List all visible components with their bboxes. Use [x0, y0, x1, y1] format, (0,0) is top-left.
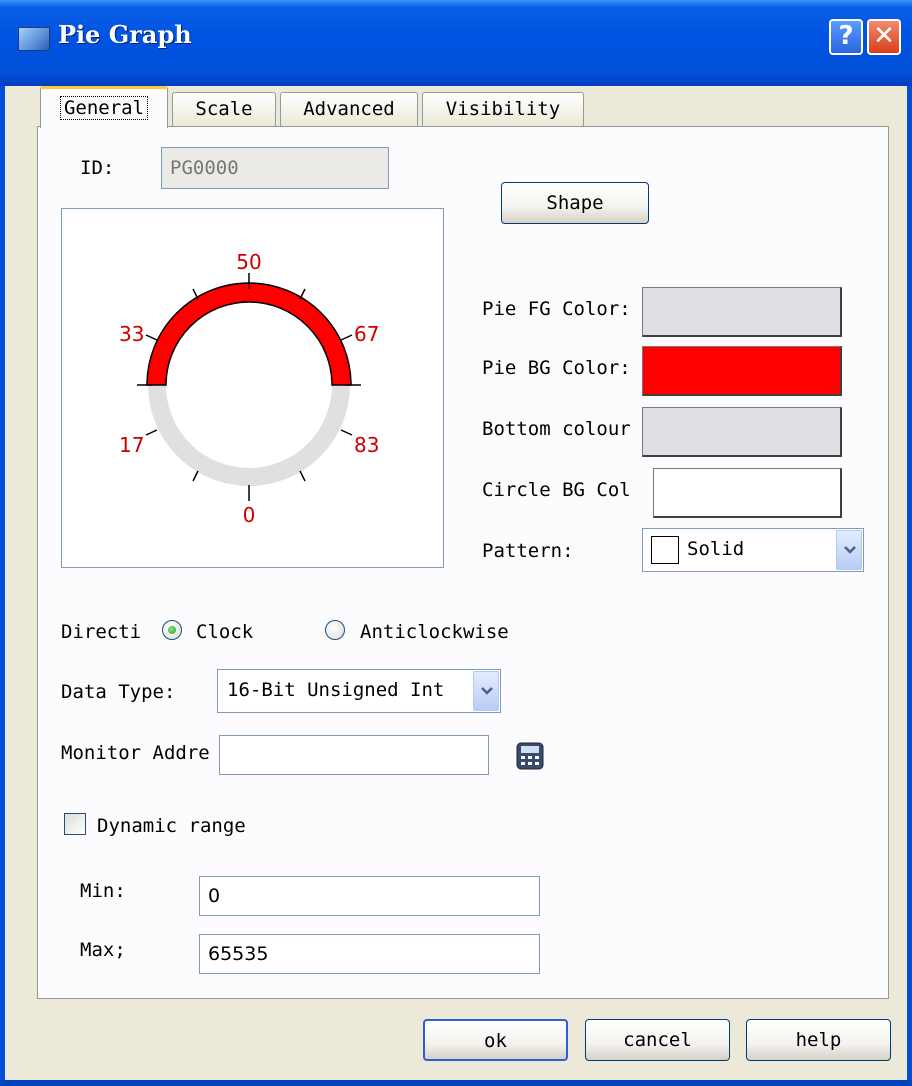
pie-bg-color-button[interactable]	[642, 346, 842, 396]
pie-fg-color-label: Pie FG Color:	[482, 298, 631, 320]
max-input[interactable]: 65535	[199, 934, 540, 974]
radio-selected-dot	[168, 626, 176, 634]
title-help-button[interactable]: ?	[829, 19, 863, 55]
scale-label-0: 0	[243, 503, 256, 527]
scale-label-67: 67	[354, 322, 379, 346]
window-border-bottom	[0, 1080, 912, 1086]
pattern-value: Solid	[687, 538, 745, 560]
cancel-button[interactable]: cancel	[585, 1019, 730, 1061]
pie-preview-graphic: 50 33 67 17 83 0	[119, 250, 379, 527]
pattern-select[interactable]: Solid	[642, 528, 864, 572]
tab-advanced[interactable]: Advanced	[280, 92, 418, 126]
data-type-value: 16-Bit Unsigned Int	[227, 679, 445, 701]
id-label: ID:	[80, 157, 115, 179]
pattern-label: Pattern:	[482, 540, 574, 562]
chevron-down-icon	[844, 546, 856, 554]
direction-label: Directi	[61, 621, 142, 643]
dynamic-range-checkbox[interactable]	[64, 813, 86, 835]
monitor-address-input[interactable]	[219, 735, 489, 775]
shape-button[interactable]: Shape	[501, 182, 649, 224]
monitor-address-label: Monitor Addre	[61, 742, 210, 764]
help-button[interactable]: help	[746, 1019, 891, 1061]
circle-bg-color-label: Circle BG Col	[482, 479, 631, 501]
direction-anticlockwise-radio[interactable]	[325, 620, 345, 640]
calculator-icon[interactable]	[515, 741, 545, 771]
window-border-left	[0, 86, 5, 1086]
window-border-right	[907, 86, 912, 1086]
data-type-dropdown-arrow[interactable]	[473, 671, 499, 711]
scale-label-50: 50	[236, 250, 261, 274]
min-label: Min:	[80, 880, 126, 902]
direction-clock-label[interactable]: Clock	[196, 621, 253, 643]
scale-label-83: 83	[354, 433, 379, 457]
chevron-down-icon	[481, 687, 493, 695]
tab-visibility[interactable]: Visibility	[422, 92, 584, 126]
tab-scale[interactable]: Scale	[172, 92, 276, 126]
data-type-label: Data Type:	[61, 681, 176, 703]
bottom-colour-label: Bottom colour	[482, 418, 631, 440]
tab-general-label: General	[59, 96, 149, 120]
scale-label-33: 33	[119, 322, 144, 346]
pie-bg-color-label: Pie BG Color:	[482, 357, 631, 379]
bottom-colour-button[interactable]	[642, 407, 842, 457]
id-field: PG0000	[161, 147, 389, 189]
pie-preview: 50 33 67 17 83 0	[61, 208, 444, 568]
pie-arc	[146, 282, 352, 386]
pie-fg-color-button[interactable]	[642, 287, 842, 337]
scale-label-17: 17	[119, 433, 144, 457]
pattern-dropdown-arrow[interactable]	[836, 530, 862, 570]
data-type-select[interactable]: 16-Bit Unsigned Int	[217, 669, 501, 713]
max-label: Max;	[80, 939, 126, 961]
circle-bg-color-button[interactable]	[653, 468, 842, 518]
close-button[interactable]: ✕	[867, 19, 901, 55]
direction-anticlockwise-label[interactable]: Anticlockwise	[360, 621, 509, 643]
min-input[interactable]: 0	[199, 876, 540, 916]
pattern-swatch	[651, 536, 679, 564]
direction-clock-radio[interactable]	[162, 620, 182, 640]
window-icon	[18, 27, 50, 51]
ok-button[interactable]: ok	[423, 1019, 568, 1061]
window-title: Pie Graph	[58, 20, 192, 49]
dynamic-range-label[interactable]: Dynamic range	[97, 815, 246, 837]
pie-ticks	[137, 273, 361, 501]
tab-general[interactable]: General	[40, 86, 168, 128]
